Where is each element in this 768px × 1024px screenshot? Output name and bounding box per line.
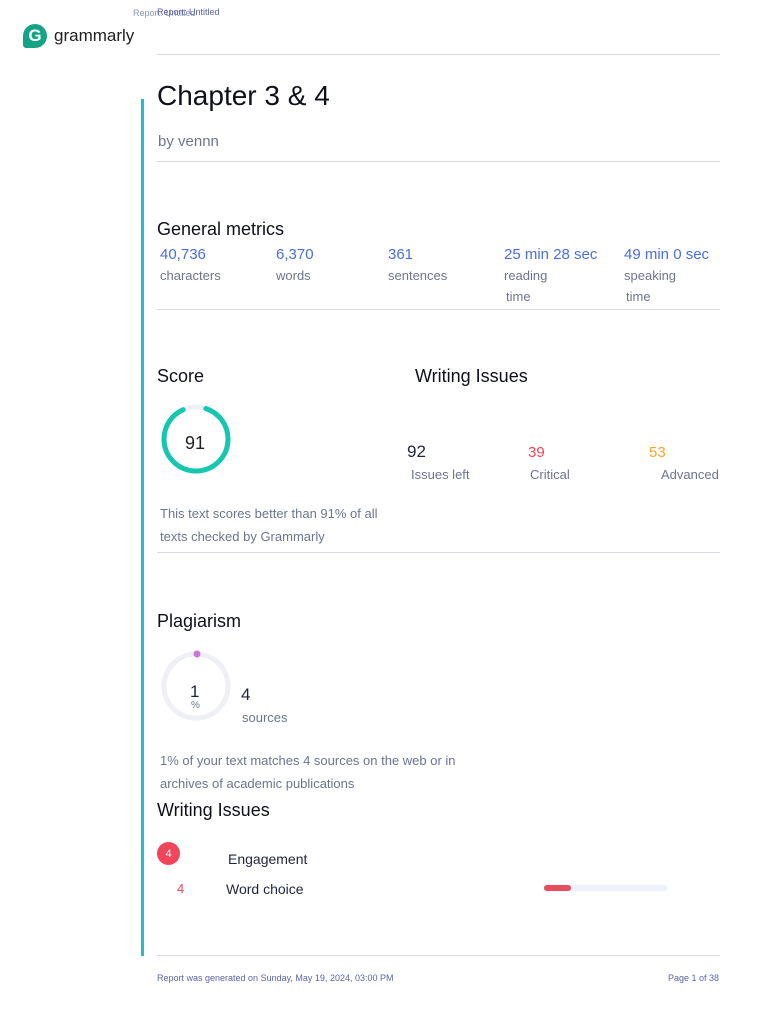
critical-value: 39 bbox=[528, 444, 545, 461]
engagement-label: Engagement bbox=[228, 851, 308, 867]
plagiarism-percent: 1 bbox=[190, 682, 200, 701]
writing-issues-summary-heading: Writing Issues bbox=[415, 366, 528, 386]
word-choice-progress-fill bbox=[544, 885, 572, 891]
grammarly-logo-icon: G bbox=[23, 24, 47, 48]
writing-issues-heading: Writing Issues bbox=[157, 800, 270, 820]
footer-generated: Report was generated on Sunday, May 19, … bbox=[157, 973, 394, 983]
score-heading: Score bbox=[157, 366, 205, 386]
score-description-2: texts checked by Grammarly bbox=[160, 529, 325, 544]
grammarly-logo: G grammarly bbox=[23, 24, 134, 48]
critical-label: Critical bbox=[530, 467, 570, 482]
sidebar-accent-bar bbox=[141, 99, 144, 956]
issues-left-label: Issues left bbox=[411, 467, 470, 482]
footer-page: Page 1 of 38 bbox=[667, 973, 719, 983]
document-author: by vennn bbox=[158, 133, 219, 150]
plagiarism-heading: Plagiarism bbox=[157, 611, 242, 631]
score-description: This text scores better than 91% of all bbox=[160, 506, 378, 521]
document-title: Chapter 3 & 4 bbox=[157, 80, 330, 111]
plagiarism-sources-count: 4 bbox=[241, 685, 251, 704]
advanced-label: Advanced bbox=[661, 467, 719, 482]
plagiarism-description: 1% of your text matches 4 sources on the… bbox=[160, 753, 456, 768]
report-title-overlay: Report: Untitled bbox=[157, 7, 220, 17]
issues-left-value: 92 bbox=[407, 442, 426, 461]
general-metrics-heading: General metrics bbox=[157, 219, 285, 239]
plagiarism-sources-label: sources bbox=[242, 710, 288, 725]
plagiarism-description-2: archives of academic publications bbox=[160, 776, 355, 791]
word-choice-progress bbox=[544, 885, 668, 891]
advanced-value: 53 bbox=[649, 444, 666, 461]
engagement-count-badge: 4 bbox=[157, 842, 180, 865]
score-value: 91 bbox=[185, 433, 206, 453]
plagiarism-percent-sign: % bbox=[191, 700, 200, 711]
